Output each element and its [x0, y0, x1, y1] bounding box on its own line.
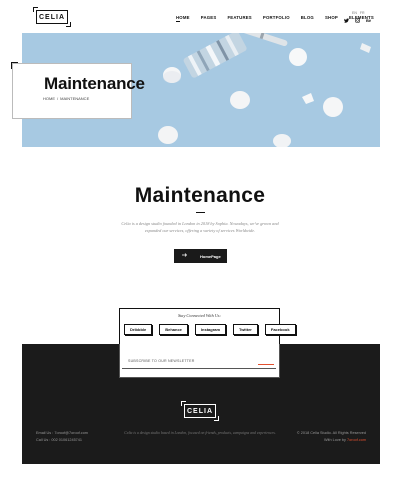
- breadcrumb-home[interactable]: HOME: [43, 96, 55, 101]
- footer-about: Celia is a design studio based in London…: [124, 431, 276, 435]
- nav-item-shop[interactable]: SHOP: [325, 15, 338, 20]
- hero-title: Maintenance: [44, 74, 145, 93]
- nav-item-features[interactable]: FEATURES: [227, 15, 251, 20]
- nav-item-home[interactable]: HOME: [176, 15, 190, 22]
- lang-en[interactable]: EN: [352, 11, 357, 15]
- footer-contact: Email Us : 7oroof@7oroof.com Call Us : 0…: [36, 430, 88, 444]
- newsletter-input-underline: [122, 368, 276, 369]
- lang-fr[interactable]: FR: [360, 11, 365, 15]
- made-with-line: With Love by 7oroof.com: [270, 437, 366, 444]
- nav-item-portfolio[interactable]: PORTFOLIO: [263, 15, 290, 20]
- facebook-button[interactable]: Facebook: [264, 324, 296, 335]
- dribbble-button[interactable]: Dribbble: [124, 324, 153, 335]
- copyright-text: © 2018 Celia Studio. All Rights Reserved: [296, 431, 366, 435]
- arrow-right-icon: [182, 253, 188, 259]
- nav-item-blog[interactable]: BLOG: [301, 15, 314, 20]
- newsletter-border-bottom: [119, 377, 280, 378]
- title-divider: [196, 212, 205, 213]
- breadcrumb: HOME / MAINTENANCE: [43, 96, 89, 101]
- homepage-button[interactable]: HomePage: [174, 249, 227, 263]
- instagram-icon[interactable]: [355, 18, 360, 25]
- newsletter-title: Stay Connected With Us:: [177, 313, 222, 318]
- page: CELIA HOME PAGES FEATURES PORTFOLIO BLOG…: [0, 0, 400, 500]
- instagram-button[interactable]: Instagram: [194, 324, 227, 335]
- twitter-icon[interactable]: [344, 18, 349, 25]
- svg-text:Bē: Bē: [366, 18, 372, 23]
- footer-copyright: © 2018 Celia Studio. All Rights Reserved…: [270, 430, 366, 444]
- footer-phone[interactable]: Call Us : 002 01061245741: [36, 437, 88, 444]
- newsletter-social: Dribbble Behance Instagram Twitter Faceb…: [124, 324, 296, 335]
- made-with-prefix: With Love by: [323, 438, 347, 442]
- language-switcher: EN FR: [352, 11, 365, 15]
- footer-logo[interactable]: CELIA: [181, 401, 219, 421]
- footer-email[interactable]: Email Us : 7oroof@7oroof.com: [36, 430, 88, 437]
- breadcrumb-current: MAINTENANCE: [60, 96, 90, 101]
- logo[interactable]: CELIA: [33, 7, 71, 27]
- page-title: Maintenance: [134, 184, 266, 207]
- page-description: Celia is a design studio founded in Lond…: [121, 221, 279, 234]
- nav-item-pages[interactable]: PAGES: [201, 15, 217, 20]
- behance-button[interactable]: Behance: [159, 324, 188, 335]
- behance-icon[interactable]: Bē: [366, 18, 372, 25]
- homepage-button-label: HomePage: [200, 253, 221, 259]
- newsletter-border-left: [119, 344, 120, 378]
- header-social: Bē: [344, 18, 372, 25]
- footer-logo-text: CELIA: [187, 407, 213, 415]
- logo-text: CELIA: [39, 13, 65, 21]
- newsletter-border-right: [279, 344, 280, 378]
- made-with-brand-link[interactable]: 7oroof.com: [347, 438, 366, 442]
- signup-button[interactable]: SIGN UP: [258, 357, 275, 365]
- breadcrumb-separator: /: [57, 96, 59, 101]
- twitter-button[interactable]: Twitter: [233, 324, 258, 335]
- site-header: CELIA HOME PAGES FEATURES PORTFOLIO BLOG…: [0, 0, 400, 32]
